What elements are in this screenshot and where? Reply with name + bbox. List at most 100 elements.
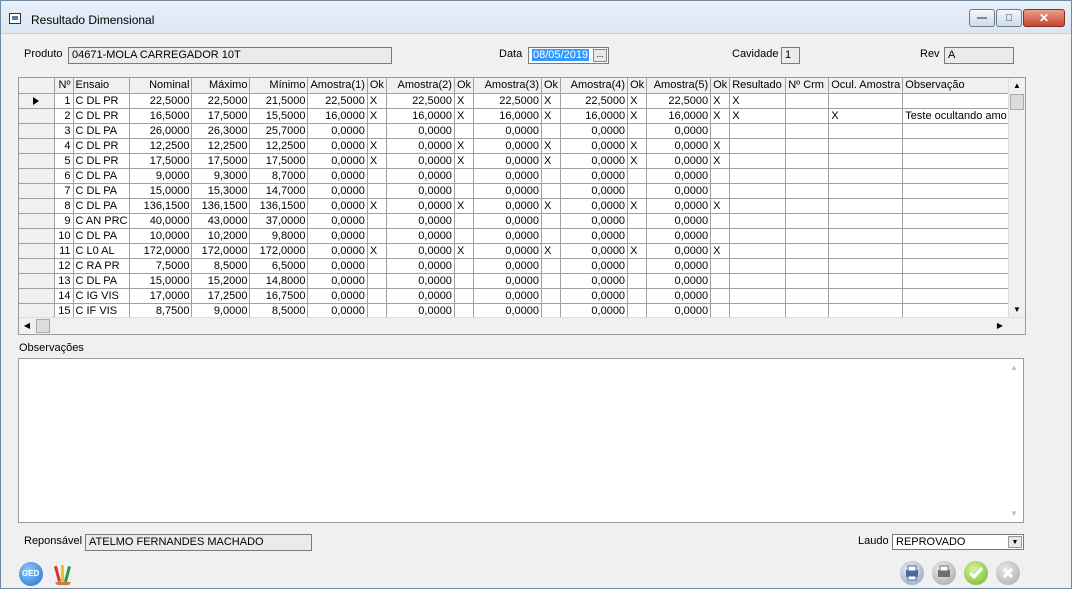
paint-tools-icon[interactable] [53, 561, 73, 585]
table-cell[interactable]: 16,0000 [560, 108, 629, 124]
table-cell[interactable]: 0,0000 [473, 213, 542, 229]
table-cell[interactable] [729, 288, 787, 304]
table-cell[interactable]: 0,0000 [646, 288, 712, 304]
table-cell[interactable]: 136,1500 [129, 198, 193, 214]
table-cell[interactable]: 0,0000 [646, 198, 712, 214]
row-indicator[interactable] [19, 273, 55, 289]
table-cell[interactable] [729, 243, 787, 259]
table-cell[interactable]: 22,5000 [386, 93, 455, 109]
table-cell[interactable]: 0,0000 [646, 153, 712, 169]
table-cell[interactable]: 0,0000 [646, 303, 712, 319]
table-cell[interactable] [541, 288, 562, 304]
scroll-down-icon[interactable]: ▼ [1010, 509, 1018, 518]
table-cell[interactable]: X [454, 153, 475, 169]
table-cell[interactable] [454, 288, 475, 304]
table-cell[interactable]: 17,5000 [249, 153, 309, 169]
scroll-up-icon[interactable]: ▲ [1010, 363, 1018, 372]
table-cell[interactable]: X [541, 138, 562, 154]
table-cell[interactable]: 0,0000 [473, 288, 542, 304]
row-indicator[interactable] [19, 123, 55, 139]
row-indicator[interactable] [19, 168, 55, 184]
table-cell[interactable]: X [541, 243, 562, 259]
table-cell[interactable]: 10 [54, 228, 74, 244]
rev-field[interactable]: A [944, 47, 1014, 64]
table-cell[interactable]: 16,0000 [646, 108, 712, 124]
table-cell[interactable]: C DL PA [73, 198, 131, 214]
column-header[interactable]: Ok [454, 78, 475, 94]
table-cell[interactable]: X [828, 108, 904, 124]
table-cell[interactable]: 0,0000 [473, 168, 542, 184]
table-cell[interactable]: 0,0000 [386, 123, 455, 139]
table-cell[interactable]: X [710, 243, 731, 259]
table-cell[interactable]: 0,0000 [560, 243, 629, 259]
table-cell[interactable]: X [627, 108, 648, 124]
table-cell[interactable]: X [541, 153, 562, 169]
column-header[interactable]: Ensaio [73, 78, 131, 94]
table-row[interactable]: 1C DL PR 22,5000 22,5000 21,5000 22,5000 X 22,… [19, 93, 1024, 109]
row-indicator[interactable] [19, 198, 55, 214]
table-cell[interactable]: X [454, 138, 475, 154]
table-cell[interactable]: 0,0000 [386, 168, 455, 184]
table-cell[interactable]: 0,0000 [386, 258, 455, 274]
confirm-button[interactable] [964, 561, 988, 585]
table-cell[interactable] [902, 123, 1024, 139]
table-cell[interactable] [627, 303, 648, 319]
table-cell[interactable] [828, 168, 904, 184]
table-cell[interactable] [454, 258, 475, 274]
table-cell[interactable]: 0,0000 [307, 213, 368, 229]
table-cell[interactable]: 15,3000 [191, 183, 251, 199]
table-cell[interactable]: 0,0000 [560, 168, 629, 184]
table-cell[interactable]: 0,0000 [386, 138, 455, 154]
table-cell[interactable] [902, 258, 1024, 274]
table-cell[interactable] [367, 213, 387, 229]
table-cell[interactable]: 8,7000 [249, 168, 309, 184]
table-cell[interactable] [454, 183, 475, 199]
table-cell[interactable]: 0,0000 [307, 273, 368, 289]
chevron-down-icon[interactable]: ▼ [1008, 536, 1022, 548]
table-cell[interactable]: 9 [54, 213, 74, 229]
table-cell[interactable]: 172,0000 [129, 243, 193, 259]
table-cell[interactable] [367, 273, 387, 289]
table-cell[interactable] [729, 258, 787, 274]
row-indicator[interactable] [19, 288, 55, 304]
table-cell[interactable]: 0,0000 [560, 213, 629, 229]
table-cell[interactable] [828, 273, 904, 289]
table-cell[interactable]: 3 [54, 123, 74, 139]
table-cell[interactable] [729, 183, 787, 199]
column-header[interactable]: Amostra(1) [307, 78, 368, 94]
table-cell[interactable]: 11 [54, 243, 74, 259]
table-cell[interactable]: 0,0000 [560, 258, 629, 274]
table-cell[interactable]: X [541, 198, 562, 214]
table-cell[interactable]: X [367, 138, 387, 154]
table-cell[interactable]: C RA PR [73, 258, 131, 274]
table-cell[interactable] [729, 198, 787, 214]
table-cell[interactable] [785, 198, 830, 214]
table-cell[interactable]: 22,5000 [646, 93, 712, 109]
table-cell[interactable] [902, 288, 1024, 304]
table-cell[interactable]: X [627, 198, 648, 214]
table-cell[interactable] [785, 153, 830, 169]
table-cell[interactable] [627, 123, 648, 139]
table-cell[interactable]: 0,0000 [307, 258, 368, 274]
table-cell[interactable]: X [710, 198, 731, 214]
table-cell[interactable]: 16,0000 [307, 108, 368, 124]
table-cell[interactable]: 0,0000 [386, 303, 455, 319]
table-cell[interactable]: 22,5000 [129, 93, 193, 109]
table-cell[interactable] [710, 273, 731, 289]
table-cell[interactable] [785, 243, 830, 259]
table-cell[interactable]: 15,0000 [129, 183, 193, 199]
table-cell[interactable] [785, 93, 830, 109]
table-cell[interactable]: 172,0000 [191, 243, 251, 259]
row-indicator[interactable] [19, 228, 55, 244]
table-cell[interactable] [902, 243, 1024, 259]
table-cell[interactable]: 0,0000 [473, 153, 542, 169]
cancel-button[interactable] [996, 561, 1020, 585]
table-cell[interactable]: 136,1500 [191, 198, 251, 214]
table-cell[interactable]: 0,0000 [473, 123, 542, 139]
table-cell[interactable] [902, 273, 1024, 289]
table-cell[interactable]: C L0 AL [73, 243, 131, 259]
table-cell[interactable] [785, 108, 830, 124]
table-cell[interactable] [454, 303, 475, 319]
table-cell[interactable] [828, 258, 904, 274]
table-cell[interactable]: C IG VIS [73, 288, 131, 304]
